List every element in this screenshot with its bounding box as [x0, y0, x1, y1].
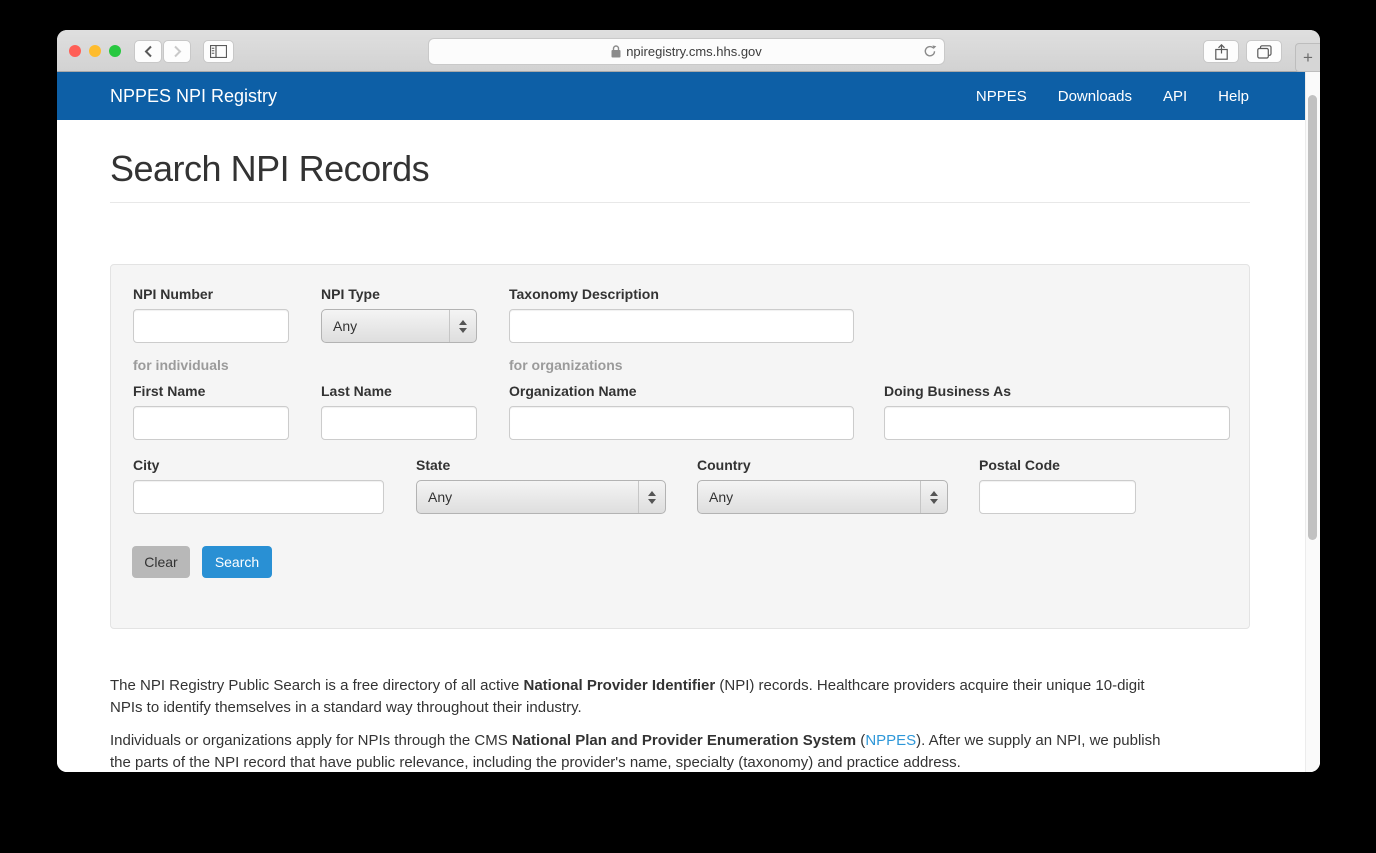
postal-code-label: Postal Code	[979, 457, 1136, 473]
sidebar-icon	[210, 45, 227, 58]
nav-links: NPPES Downloads API Help	[976, 88, 1249, 105]
reload-button[interactable]	[923, 43, 937, 59]
minimize-window-button[interactable]	[89, 45, 101, 57]
share-button[interactable]	[1203, 40, 1239, 63]
chevron-left-icon	[144, 45, 153, 58]
scrollbar-thumb[interactable]	[1308, 95, 1317, 540]
first-name-label: First Name	[133, 383, 289, 399]
doing-business-as-input[interactable]	[884, 406, 1230, 440]
taxonomy-input[interactable]	[509, 309, 854, 343]
npi-number-input[interactable]	[133, 309, 289, 343]
taxonomy-label: Taxonomy Description	[509, 286, 854, 302]
nav-link-nppes[interactable]: NPPES	[976, 88, 1027, 105]
scrollbar-track[interactable]	[1305, 72, 1320, 772]
browser-window: npiregistry.cms.hhs.gov +	[57, 30, 1320, 772]
select-stepper-icon	[449, 310, 476, 342]
select-stepper-icon	[920, 481, 947, 513]
state-select[interactable]: Any	[416, 480, 666, 514]
clear-button[interactable]: Clear	[132, 546, 190, 578]
city-input[interactable]	[133, 480, 384, 514]
first-name-input[interactable]	[133, 406, 289, 440]
page-content: Search NPI Records NPI Number NPI Type A…	[57, 120, 1320, 772]
address-bar[interactable]: npiregistry.cms.hhs.gov	[428, 38, 945, 65]
page-title: Search NPI Records	[110, 120, 1250, 190]
nppes-link[interactable]: NPPES	[865, 732, 916, 749]
zoom-window-button[interactable]	[109, 45, 121, 57]
nav-link-downloads[interactable]: Downloads	[1058, 88, 1132, 105]
nav-link-api[interactable]: API	[1163, 88, 1187, 105]
site-navbar: NPPES NPI Registry NPPES Downloads API H…	[57, 72, 1320, 120]
url-text: npiregistry.cms.hhs.gov	[626, 44, 762, 59]
for-individuals-label: for individuals	[133, 357, 229, 373]
city-label: City	[133, 457, 384, 473]
close-window-button[interactable]	[69, 45, 81, 57]
nav-link-help[interactable]: Help	[1218, 88, 1249, 105]
search-button[interactable]: Search	[202, 546, 272, 578]
chevron-right-icon	[173, 45, 182, 58]
country-label: Country	[697, 457, 948, 473]
npi-type-select[interactable]: Any	[321, 309, 477, 343]
brand-title[interactable]: NPPES NPI Registry	[110, 86, 277, 107]
share-icon	[1215, 44, 1228, 60]
postal-code-input[interactable]	[979, 480, 1136, 514]
forward-button[interactable]	[163, 40, 191, 63]
tab-overview-button[interactable]	[1246, 40, 1282, 63]
for-organizations-label: for organizations	[509, 357, 623, 373]
organization-name-input[interactable]	[509, 406, 854, 440]
browser-toolbar: npiregistry.cms.hhs.gov +	[57, 30, 1320, 72]
plus-icon: +	[1303, 48, 1313, 68]
back-button[interactable]	[134, 40, 162, 63]
doing-business-as-label: Doing Business As	[884, 383, 1230, 399]
select-stepper-icon	[638, 481, 665, 513]
sidebar-toggle-button[interactable]	[203, 40, 234, 63]
intro-paragraph-2: Individuals or organizations apply for N…	[110, 730, 1170, 772]
title-divider	[110, 202, 1250, 203]
new-tab-button[interactable]: +	[1295, 43, 1320, 72]
npi-type-label: NPI Type	[321, 286, 477, 302]
country-select[interactable]: Any	[697, 480, 948, 514]
last-name-input[interactable]	[321, 406, 477, 440]
intro-paragraph-1: The NPI Registry Public Search is a free…	[110, 675, 1170, 719]
tabs-icon	[1257, 45, 1272, 59]
state-label: State	[416, 457, 666, 473]
last-name-label: Last Name	[321, 383, 477, 399]
npi-number-label: NPI Number	[133, 286, 289, 302]
organization-name-label: Organization Name	[509, 383, 854, 399]
search-form-panel: NPI Number NPI Type Any Taxonomy Descrip…	[110, 264, 1250, 629]
lock-icon	[611, 45, 621, 58]
